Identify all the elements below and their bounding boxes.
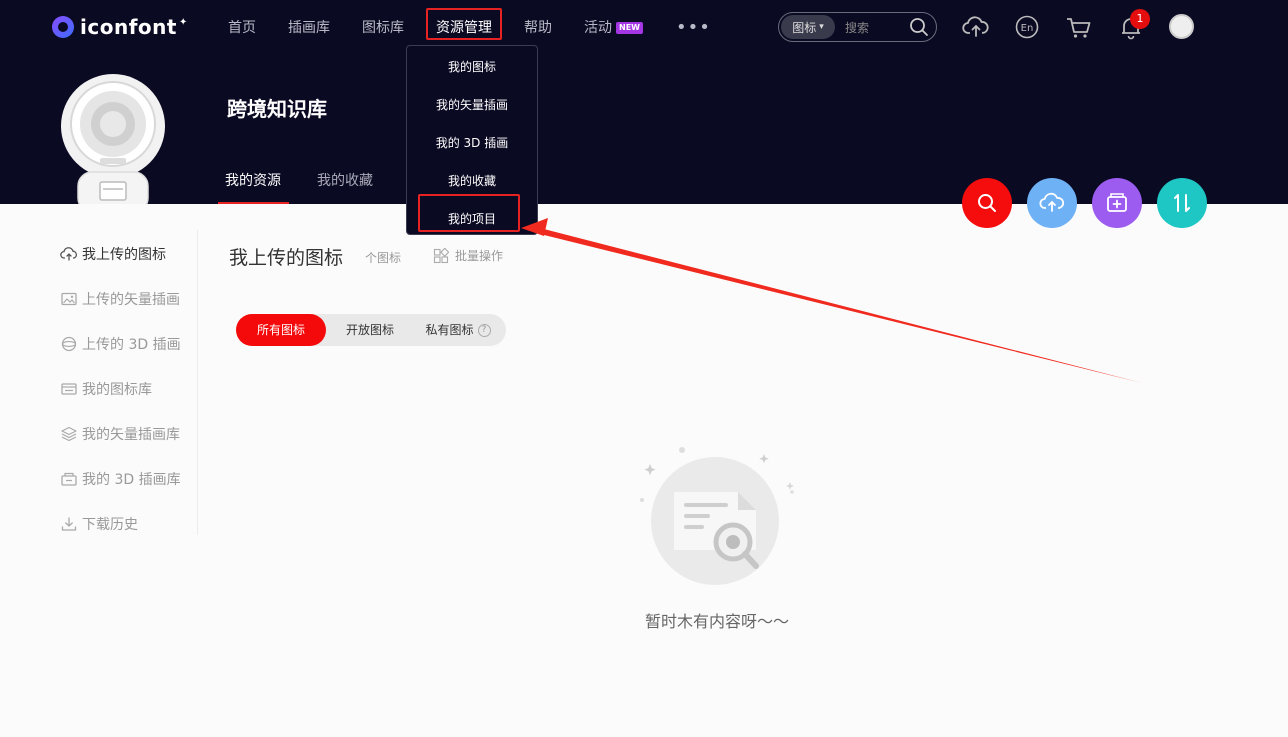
box-library-icon bbox=[61, 472, 77, 486]
sidebar-item-label: 我的图标库 bbox=[82, 382, 152, 398]
logo-text: iconfont bbox=[80, 15, 177, 39]
profile-name: 跨境知识库 bbox=[227, 97, 327, 121]
sidebar-item-label: 上传的矢量插画 bbox=[82, 292, 180, 308]
dropdown-item-my-vector-illustrations[interactable]: 我的矢量插画 bbox=[407, 97, 537, 113]
batch-operation-button[interactable]: 批量操作 bbox=[433, 247, 503, 264]
more-menu-icon[interactable]: ••• bbox=[676, 17, 711, 38]
layers-icon bbox=[61, 426, 77, 442]
icon-count: 个图标 bbox=[365, 251, 402, 265]
notification-badge: 1 bbox=[1130, 9, 1150, 29]
upload-cloud-icon[interactable] bbox=[962, 13, 990, 41]
batch-operation-label: 批量操作 bbox=[455, 249, 504, 263]
search-icon bbox=[978, 194, 996, 212]
cart-icon[interactable] bbox=[1064, 13, 1092, 41]
search-input[interactable]: 搜索 bbox=[845, 19, 908, 36]
nav-home[interactable]: 首页 bbox=[228, 18, 256, 38]
library-icon bbox=[61, 383, 77, 395]
new-badge: NEW bbox=[616, 22, 643, 34]
sphere-3d-icon bbox=[61, 336, 77, 352]
filter-private-icons[interactable]: 私有图标? bbox=[414, 314, 502, 346]
batch-grid-icon bbox=[433, 247, 449, 263]
user-avatar[interactable] bbox=[1169, 14, 1194, 39]
sidebar-item-download-history[interactable]: 下载历史 bbox=[60, 514, 138, 534]
filter-private-label: 私有图标 bbox=[425, 323, 474, 337]
sort-icon bbox=[1174, 194, 1190, 212]
top-navigation: iconfont ✦ 首页 插画库 图标库 资源管理 帮助 活动 NEW ••• … bbox=[0, 0, 1288, 54]
logo-icon bbox=[52, 16, 74, 38]
nav-activity-label: 活动 bbox=[584, 20, 612, 36]
image-icon bbox=[61, 292, 77, 306]
svg-text:En: En bbox=[1021, 23, 1034, 34]
cloud-upload-icon bbox=[60, 247, 77, 261]
dropdown-item-my-favorites[interactable]: 我的收藏 bbox=[407, 173, 537, 189]
tab-my-resources[interactable]: 我的资源 bbox=[225, 170, 281, 190]
sidebar-item-uploaded-vector-illustrations[interactable]: 上传的矢量插画 bbox=[60, 289, 180, 309]
tab-my-favorites[interactable]: 我的收藏 bbox=[317, 170, 373, 190]
search-type-select[interactable]: 图标 ▾ bbox=[781, 15, 835, 39]
nav-help[interactable]: 帮助 bbox=[524, 18, 552, 38]
active-tab-indicator bbox=[218, 202, 289, 204]
logo[interactable]: iconfont ✦ bbox=[52, 14, 187, 40]
content-title: 我上传的图标 bbox=[229, 247, 344, 269]
fab-add-library-button[interactable] bbox=[1092, 178, 1142, 228]
highlight-box-my-projects bbox=[418, 194, 520, 232]
sidebar-item-my-uploaded-icons[interactable]: 我上传的图标 bbox=[60, 244, 166, 264]
sidebar-item-label: 我的矢量插画库 bbox=[82, 427, 180, 443]
sidebar-item-label: 我上传的图标 bbox=[82, 247, 166, 263]
sidebar-item-my-3d-illustration-library[interactable]: 我的 3D 插画库 bbox=[60, 469, 181, 489]
empty-state-message: 暂时木有内容呀～～ bbox=[645, 612, 790, 631]
language-en-icon[interactable]: En bbox=[1013, 13, 1041, 41]
filter-public-icons[interactable]: 开放图标 bbox=[332, 314, 408, 346]
nav-illustrations[interactable]: 插画库 bbox=[288, 18, 330, 38]
fab-search-button[interactable] bbox=[962, 178, 1012, 228]
sidebar-item-my-vector-illustration-library[interactable]: 我的矢量插画库 bbox=[60, 424, 180, 444]
profile-avatar bbox=[61, 74, 165, 204]
sidebar-item-uploaded-3d-illustrations[interactable]: 上传的 3D 插画 bbox=[60, 334, 181, 354]
search-icon[interactable] bbox=[908, 16, 930, 38]
filter-all-icons[interactable]: 所有图标 bbox=[236, 314, 326, 346]
nav-activity[interactable]: 活动 NEW bbox=[584, 18, 643, 38]
sidebar-item-label: 上传的 3D 插画 bbox=[82, 337, 181, 353]
logo-star-icon: ✦ bbox=[178, 16, 188, 28]
download-icon bbox=[61, 517, 77, 531]
fab-sort-button[interactable] bbox=[1157, 178, 1207, 228]
sidebar-item-label: 下载历史 bbox=[82, 517, 138, 533]
dropdown-item-my-3d-illustrations[interactable]: 我的 3D 插画 bbox=[407, 135, 537, 151]
help-question-icon[interactable]: ? bbox=[477, 324, 491, 337]
upload-cloud-icon bbox=[1039, 192, 1065, 212]
search-type-label: 图标 bbox=[792, 20, 817, 35]
icon-filter-toggle: 所有图标 开放图标 私有图标? bbox=[236, 314, 506, 346]
sidebar-item-my-icon-library[interactable]: 我的图标库 bbox=[60, 379, 152, 399]
chevron-down-icon: ▾ bbox=[819, 22, 824, 32]
fab-upload-button[interactable] bbox=[1027, 178, 1077, 228]
nav-icon-library[interactable]: 图标库 bbox=[362, 18, 404, 38]
search-bar: 图标 ▾ 搜索 bbox=[778, 12, 937, 42]
add-library-icon bbox=[1107, 193, 1127, 212]
dropdown-item-my-icons[interactable]: 我的图标 bbox=[407, 59, 537, 75]
sidebar-item-label: 我的 3D 插画库 bbox=[82, 472, 181, 488]
highlight-box-resource-management bbox=[426, 8, 502, 40]
empty-state-illustration bbox=[640, 447, 794, 585]
